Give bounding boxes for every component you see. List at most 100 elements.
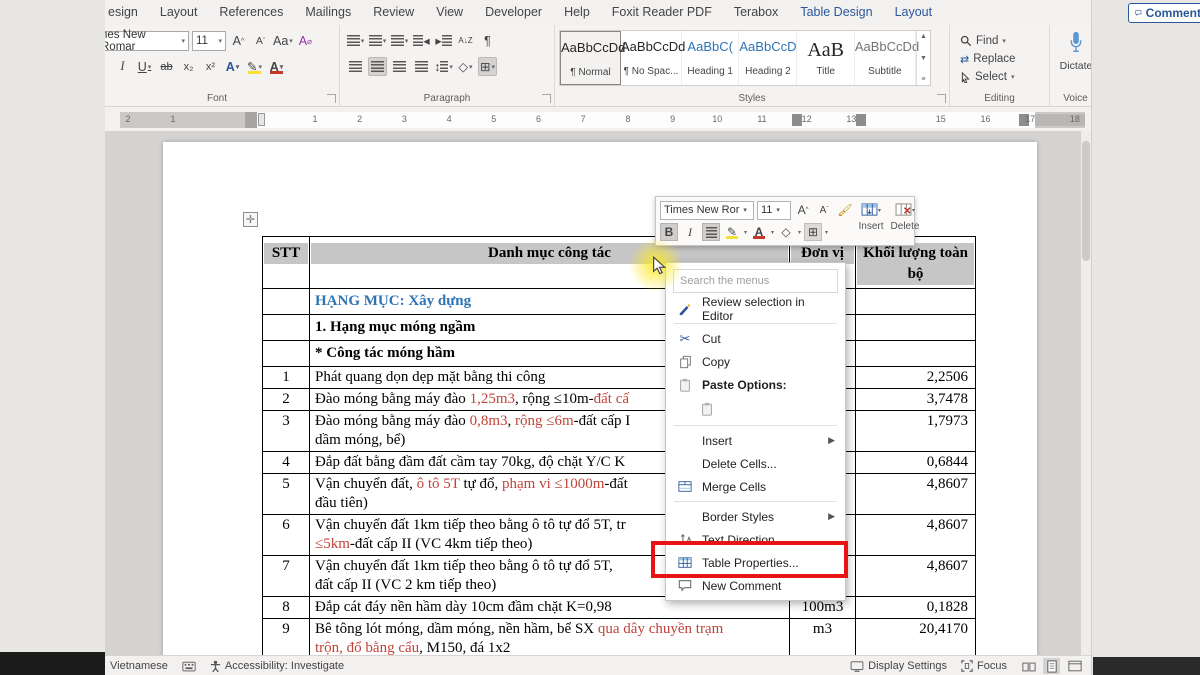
find-button[interactable]: Find▾: [960, 32, 1015, 50]
borders-icon[interactable]: ⊞: [478, 57, 497, 76]
menu-item-review-selection-in-editor[interactable]: Review selection in Editor: [666, 297, 845, 320]
column-marker[interactable]: [792, 114, 802, 126]
menu-item-insert[interactable]: Insert▶: [666, 429, 845, 452]
font-dialog-launcher[interactable]: [327, 94, 336, 103]
mini-borders-icon[interactable]: ⊞: [804, 223, 822, 241]
style-card--no-spac-[interactable]: AaBbCcDd¶ No Spac...: [621, 31, 682, 85]
style-card--normal[interactable]: AaBbCcDd¶ Normal: [560, 31, 621, 85]
ribbon-tab-references[interactable]: References: [208, 0, 294, 19]
ruler-margin-box[interactable]: [245, 112, 257, 128]
table-cell[interactable]: [263, 289, 310, 315]
ribbon-tab-layout[interactable]: Layout: [149, 0, 209, 19]
subscript-icon[interactable]: x₂: [179, 57, 198, 76]
paragraph-dialog-launcher[interactable]: [542, 94, 551, 103]
table-cell[interactable]: [263, 341, 310, 367]
style-card-subtitle[interactable]: AaBbCcDdSubtitle: [855, 31, 916, 85]
table-cell[interactable]: Bê tông lót móng, dầm móng, nền hầm, bể …: [310, 619, 790, 655]
grow-font-icon[interactable]: A^: [229, 32, 248, 51]
focus-button[interactable]: Focus: [954, 656, 1014, 675]
table-move-handle[interactable]: ✛: [243, 212, 258, 227]
ribbon-tab-foxit-reader-pdf[interactable]: Foxit Reader PDF: [601, 0, 723, 19]
bold-icon[interactable]: B: [105, 57, 110, 76]
menu-item-delete-cells[interactable]: Delete Cells...: [666, 452, 845, 475]
table-cell[interactable]: m3: [790, 619, 856, 655]
ribbon-tab-developer[interactable]: Developer: [474, 0, 553, 19]
change-case-icon[interactable]: Aa: [273, 32, 293, 51]
table-cell[interactable]: 1: [263, 367, 310, 389]
shading-icon[interactable]: ◇: [456, 57, 475, 76]
table-cell[interactable]: [856, 289, 976, 315]
table-cell[interactable]: [856, 315, 976, 341]
table-cell[interactable]: 0,6844: [856, 452, 976, 474]
table-cell[interactable]: 1,7973: [856, 411, 976, 452]
indent-marker[interactable]: [258, 113, 265, 126]
clear-formatting-icon[interactable]: A⌀: [296, 32, 315, 51]
ribbon-tab-esign[interactable]: esign: [105, 0, 149, 19]
styles-dialog-launcher[interactable]: [937, 94, 946, 103]
mini-font-size-select[interactable]: 11: [757, 201, 791, 220]
font-family-select[interactable]: nes New Romar: [105, 31, 189, 51]
justify-icon[interactable]: [412, 57, 431, 76]
mini-italic-icon[interactable]: I: [681, 223, 699, 241]
align-center-icon[interactable]: [368, 57, 387, 76]
table-cell[interactable]: 4,8607: [856, 556, 976, 597]
menu-item-merge-cells[interactable]: Merge Cells: [666, 475, 845, 498]
align-left-icon[interactable]: [346, 57, 365, 76]
print-layout-icon[interactable]: [1043, 658, 1060, 674]
table-cell[interactable]: 2,2506: [856, 367, 976, 389]
column-marker[interactable]: [856, 114, 866, 126]
display-settings-button[interactable]: Display Settings: [843, 656, 954, 675]
mini-shrink-font-icon[interactable]: Aˇ: [815, 201, 833, 219]
table-cell[interactable]: 5: [263, 474, 310, 515]
ribbon-tab-terabox[interactable]: Terabox: [723, 0, 789, 19]
table-cell[interactable]: 6: [263, 515, 310, 556]
dictate-button[interactable]: Dictate: [1050, 31, 1092, 72]
font-size-select[interactable]: 11: [192, 31, 226, 51]
bullets-icon[interactable]: [346, 31, 365, 50]
style-card-heading-1[interactable]: AaBbC(Heading 1: [682, 31, 739, 85]
strikethrough-icon[interactable]: ab: [157, 57, 176, 76]
menu-item-copy[interactable]: Copy: [666, 350, 845, 373]
text-effects-icon[interactable]: A: [223, 57, 242, 76]
language-status[interactable]: Vietnamese: [105, 656, 175, 675]
table-cell[interactable]: 8: [263, 597, 310, 619]
style-card-title[interactable]: AaBTitle: [797, 31, 854, 85]
paste-option-keep-source[interactable]: [666, 396, 845, 422]
show-marks-icon[interactable]: ¶: [478, 31, 497, 50]
table-cell[interactable]: 20,4170: [856, 619, 976, 655]
highlight-color-icon[interactable]: ✎: [245, 57, 264, 76]
mini-font-color-icon[interactable]: A: [750, 223, 768, 241]
superscript-icon[interactable]: x²: [201, 57, 220, 76]
mini-format-painter-icon[interactable]: 🖌: [836, 201, 854, 219]
menu-search-input[interactable]: [673, 269, 838, 293]
mini-delete-button[interactable]: ▾ Delete: [888, 199, 922, 243]
document-table[interactable]: STT Danh mục công tác Đơn vị Khối lượng …: [262, 236, 976, 655]
select-button[interactable]: Select▾: [960, 68, 1015, 86]
table-cell[interactable]: 0,1828: [856, 597, 976, 619]
ribbon-tab-help[interactable]: Help: [553, 0, 601, 19]
table-cell[interactable]: 9: [263, 619, 310, 655]
table-cell[interactable]: 3,7478: [856, 389, 976, 411]
scrollbar-thumb[interactable]: [1082, 141, 1090, 261]
vertical-scrollbar[interactable]: [1081, 131, 1091, 655]
mini-font-family-select[interactable]: Times New Ror: [660, 201, 754, 220]
ribbon-tab-layout[interactable]: Layout: [884, 0, 944, 19]
underline-icon[interactable]: U: [135, 57, 154, 76]
web-layout-icon[interactable]: [1066, 658, 1083, 674]
table-cell[interactable]: 2: [263, 389, 310, 411]
styles-gallery-scroll[interactable]: ▲▼≡: [916, 31, 930, 85]
replace-button[interactable]: ⇄Replace: [960, 50, 1015, 68]
table-cell[interactable]: [856, 341, 976, 367]
table-cell[interactable]: 4,8607: [856, 515, 976, 556]
mini-shading-icon[interactable]: ◇: [777, 223, 795, 241]
table-cell[interactable]: 3: [263, 411, 310, 452]
read-mode-icon[interactable]: [1020, 658, 1037, 674]
ribbon-tab-view[interactable]: View: [425, 0, 474, 19]
sort-icon[interactable]: A↓Z: [456, 31, 475, 50]
italic-icon[interactable]: I: [113, 57, 132, 76]
mini-align-icon[interactable]: [702, 223, 720, 241]
ribbon-tab-table-design[interactable]: Table Design: [789, 0, 883, 19]
mini-grow-font-icon[interactable]: A^: [794, 201, 812, 219]
header-cell-stt[interactable]: STT: [263, 237, 310, 289]
table-cell[interactable]: 7: [263, 556, 310, 597]
